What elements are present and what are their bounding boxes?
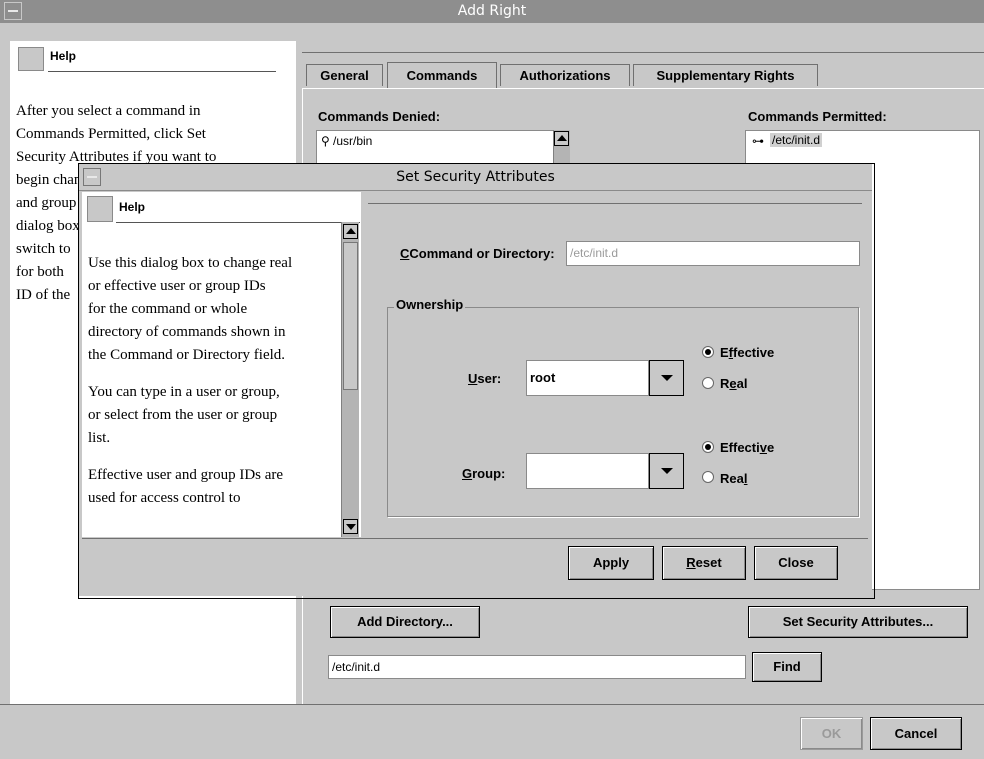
help-line: list. [88, 430, 111, 446]
dialog-help-pane: Help Use this dialog box to change real … [82, 192, 361, 537]
add-directory-button[interactable]: Add Directory... [330, 606, 480, 638]
help-icon [87, 196, 113, 222]
close-button[interactable]: Close [754, 546, 838, 580]
help-icon [18, 47, 44, 71]
list-item[interactable]: /usr/bin [333, 134, 372, 148]
chevron-down-icon [660, 375, 673, 381]
group-effective-radio[interactable] [702, 441, 714, 453]
help-line: You can type in a user or group, [88, 384, 280, 400]
dialog-right-divider [368, 203, 862, 204]
command-or-directory-label: CCommand or Directory: [400, 246, 555, 261]
commands-permitted-label: Commands Permitted: [748, 109, 887, 124]
dialog-help-text: Use this dialog box to change real or ef… [88, 252, 340, 510]
tab-commands[interactable]: Commands [387, 62, 497, 88]
help-line: Effective user and group IDs are [88, 467, 284, 483]
help-line: or select from the user or group [88, 407, 278, 423]
user-real-radio[interactable] [702, 377, 714, 389]
commands-denied-label: Commands Denied: [318, 109, 441, 124]
ownership-label: Ownership [394, 297, 466, 312]
set-security-attributes-button[interactable]: Set Security Attributes... [748, 606, 968, 638]
scroll-thumb[interactable] [343, 242, 358, 390]
help-line: Commands Permitted, click Set [16, 126, 206, 142]
group-dropdown-button[interactable] [649, 453, 684, 489]
dialog-menu-icon[interactable] [83, 168, 101, 186]
tree-node-icon: ⚲ [321, 134, 330, 148]
ok-button[interactable]: OK [800, 717, 863, 750]
user-combo-input[interactable]: root [526, 360, 649, 396]
group-label: Group: [462, 466, 506, 481]
right-pane-divider [302, 52, 984, 53]
help-line: or effective user or group IDs [88, 278, 266, 294]
help-line: the Command or Directory field. [88, 347, 286, 363]
user-label: User: [468, 371, 502, 386]
help-line: used for access control to [88, 490, 241, 506]
group-real-radio[interactable] [702, 471, 714, 483]
help-line: After you select a command in [16, 103, 201, 119]
help-divider [116, 222, 360, 223]
user-effective-radio[interactable] [702, 346, 714, 358]
help-divider [48, 71, 276, 72]
command-or-directory-field[interactable]: /etc/init.d [566, 241, 860, 266]
chevron-down-icon [660, 468, 673, 474]
list-item-selected[interactable]: /etc/init.d [770, 133, 823, 147]
user-real-label: Real [720, 376, 748, 391]
help-label: Help [119, 200, 146, 214]
help-line: for the command or whole [88, 301, 248, 317]
main-title: Add Right [457, 3, 527, 19]
tree-node-icon: ⊶ [752, 134, 764, 148]
scroll-up-arrow-icon[interactable] [554, 131, 569, 146]
tab-supplementary-rights[interactable]: Supplementary Rights [633, 64, 818, 86]
dialog-bottom-separator [82, 538, 868, 539]
help-label: Help [50, 49, 77, 63]
help-line: Use this dialog box to change real [88, 255, 293, 271]
scroll-down-arrow-icon[interactable] [343, 519, 358, 534]
user-effective-label: Effective [720, 345, 775, 360]
reset-button[interactable]: Reset [662, 546, 746, 580]
find-button[interactable]: Find [752, 652, 822, 682]
group-real-label: Real [720, 471, 748, 486]
scroll-up-arrow-icon[interactable] [343, 224, 358, 239]
dialog-title-bar: Set Security Attributes [79, 164, 872, 191]
group-combo-input[interactable] [526, 453, 649, 489]
find-input[interactable]: /etc/init.d [328, 655, 746, 679]
dialog-title: Set Security Attributes [396, 169, 555, 185]
user-dropdown-button[interactable] [649, 360, 684, 396]
bottom-separator [0, 704, 984, 705]
help-line: directory of commands shown in [88, 324, 286, 340]
tab-authorizations[interactable]: Authorizations [500, 64, 630, 86]
window-menu-icon[interactable] [4, 2, 22, 20]
cancel-button[interactable]: Cancel [870, 717, 962, 750]
group-effective-label: Effective [720, 440, 775, 455]
main-title-bar: Add Right [0, 0, 984, 23]
help-scrollbar[interactable] [341, 222, 359, 537]
tab-general[interactable]: General [306, 64, 383, 86]
apply-button[interactable]: Apply [568, 546, 654, 580]
